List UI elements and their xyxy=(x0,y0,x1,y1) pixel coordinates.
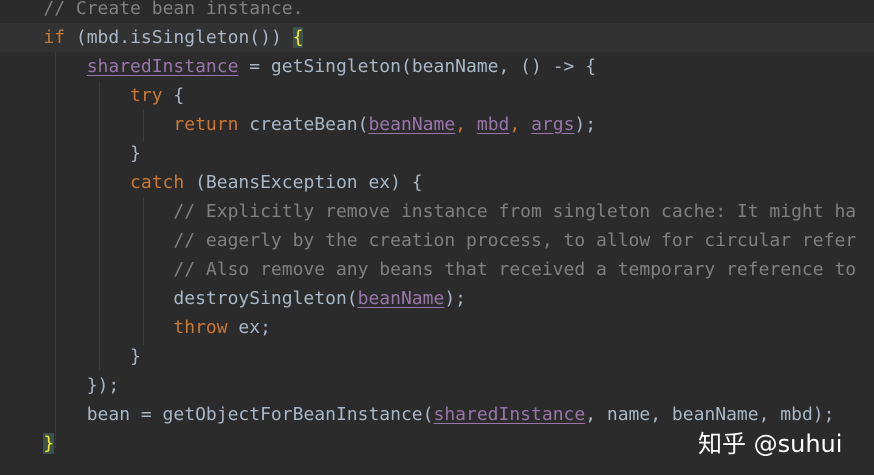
matched-brace: { xyxy=(292,27,304,48)
code-comma: , xyxy=(509,114,532,135)
field-shared-instance: sharedInstance xyxy=(433,404,586,425)
code-text: (mbd.isSingleton()) xyxy=(65,27,293,48)
code-line[interactable]: // Also remove any beans that received a… xyxy=(0,255,874,284)
keyword-throw: throw xyxy=(173,317,228,338)
watermark: 知乎 @suhui xyxy=(698,430,843,458)
code-line[interactable]: // Create bean instance. xyxy=(0,0,874,23)
code-line[interactable]: catch (BeansException ex) { xyxy=(0,168,874,197)
code-text: createBean( xyxy=(238,114,369,135)
code-text: { xyxy=(162,85,185,106)
keyword-try: try xyxy=(130,85,163,106)
code-editor[interactable]: // Create bean instance. if (mbd.isSingl… xyxy=(0,0,874,475)
code-text: ); xyxy=(444,288,467,309)
matched-brace: } xyxy=(43,433,55,454)
field-shared-instance: sharedInstance xyxy=(86,56,239,77)
code-text: }); xyxy=(86,375,120,396)
code-comment: // Also remove any beans that received a… xyxy=(173,259,857,280)
code-line[interactable]: sharedInstance = getSingleton(beanName, … xyxy=(0,52,874,81)
code-line[interactable]: try { xyxy=(0,81,874,110)
code-comment: // Create bean instance. xyxy=(43,0,304,19)
code-line[interactable]: } xyxy=(0,139,874,168)
captured-var-beanname: beanName xyxy=(368,114,456,135)
code-text: bean = getObjectForBeanInstance( xyxy=(86,404,434,425)
code-text: ex; xyxy=(227,317,271,338)
code-line[interactable]: } xyxy=(0,342,874,371)
code-line[interactable]: destroySingleton(beanName); xyxy=(0,284,874,313)
keyword-catch: catch xyxy=(130,172,185,193)
code-line[interactable]: // Explicitly remove instance from singl… xyxy=(0,197,874,226)
code-text: = getSingleton(beanName, () -> { xyxy=(238,56,597,77)
code-line-current[interactable]: if (mbd.isSingleton()) { xyxy=(0,23,874,52)
code-comment xyxy=(0,0,43,19)
code-comma: , xyxy=(455,114,477,135)
code-line[interactable]: return createBean(beanName, mbd, args); xyxy=(0,110,874,139)
code-text: destroySingleton( xyxy=(173,288,358,309)
code-line[interactable]: // eagerly by the creation process, to a… xyxy=(0,226,874,255)
code-line[interactable]: }); xyxy=(0,371,874,400)
code-text: } xyxy=(130,143,141,164)
captured-var-beanname: beanName xyxy=(357,288,445,309)
code-text: (BeansException ex) { xyxy=(184,172,423,193)
code-line[interactable]: throw ex; xyxy=(0,313,874,342)
captured-var-mbd: mbd xyxy=(476,114,510,135)
keyword-if: if xyxy=(43,27,66,48)
code-text: , name, beanName, mbd); xyxy=(585,404,835,425)
keyword-return: return xyxy=(173,114,239,135)
code-comment: // eagerly by the creation process, to a… xyxy=(173,230,857,251)
code-text: } xyxy=(130,346,141,367)
captured-var-args: args xyxy=(531,114,575,135)
code-text: ); xyxy=(574,114,597,135)
code-comment: // Explicitly remove instance from singl… xyxy=(173,201,857,222)
